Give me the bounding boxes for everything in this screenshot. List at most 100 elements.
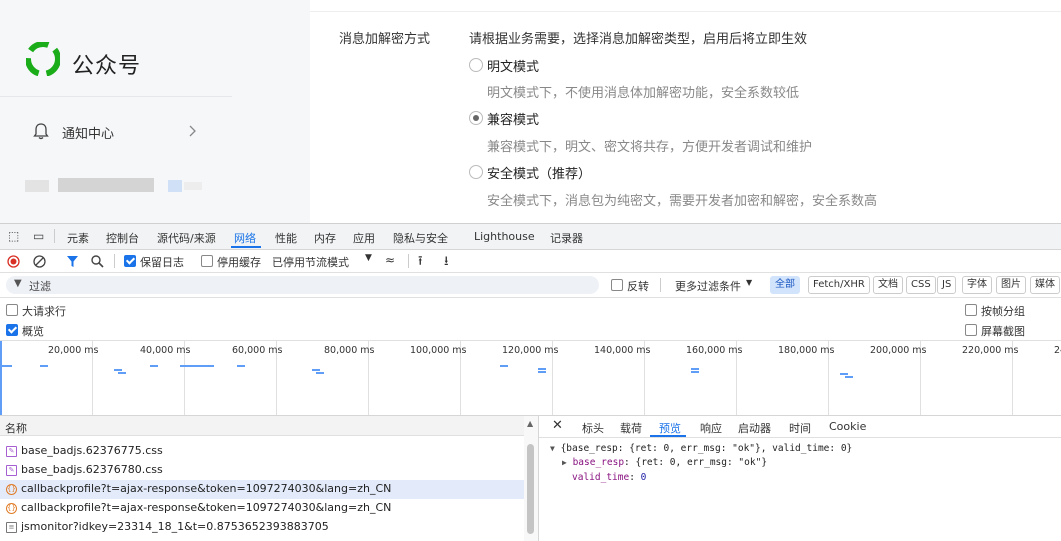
setting-label: 消息加解密方式 (339, 32, 431, 47)
tab-memory[interactable]: 内存 (314, 230, 336, 246)
tab-response[interactable]: 响应 (700, 420, 722, 436)
timeline-tick: 220,000 ms (962, 345, 1019, 356)
close-icon[interactable]: ✕ (552, 418, 563, 433)
filter-chip-css[interactable]: CSS (906, 276, 936, 294)
tab-elements[interactable]: 元素 (67, 230, 89, 246)
filter-placeholder: 过滤 (29, 280, 51, 293)
radio-plaintext[interactable] (469, 58, 483, 72)
tab-payload[interactable]: 载荷 (620, 420, 642, 436)
group-by-frame-checkbox[interactable] (965, 304, 977, 316)
sidebar-item-notice[interactable]: 通知中心 (22, 114, 232, 148)
tab-timing[interactable]: 时间 (789, 420, 811, 436)
request-row[interactable]: ✎ base_badjs.62376780.css (0, 461, 524, 480)
request-row-selected[interactable]: {} callbackprofile?t=ajax-response&token… (0, 480, 524, 499)
preserve-log-checkbox[interactable] (124, 255, 136, 267)
toolbar-divider (408, 254, 409, 268)
search-icon[interactable] (91, 255, 104, 268)
big-rows-checkbox[interactable] (6, 304, 18, 316)
tab-initiator[interactable]: 启动器 (738, 420, 771, 436)
device-toolbar-icon[interactable]: ▭ (33, 229, 44, 243)
clear-icon[interactable] (33, 255, 46, 268)
option-label-compatible[interactable]: 兼容模式 (487, 109, 539, 128)
big-rows-label: 大请求行 (22, 305, 66, 318)
network-conditions-icon[interactable]: ≈ (385, 253, 395, 267)
tab-console[interactable]: 控制台 (106, 230, 139, 246)
inspect-element-icon[interactable]: ⬚ (8, 229, 19, 243)
tab-application[interactable]: 应用 (353, 230, 375, 246)
tab-network[interactable]: 网络 (234, 230, 256, 246)
option-label-secure[interactable]: 安全模式（推荐） (487, 163, 591, 182)
request-detail-panel: ✕ 标头 载荷 预览 响应 启动器 时间 Cookie ▼ {base_resp… (539, 416, 1061, 541)
timeline-tick: 140,000 ms (594, 345, 651, 356)
filter-input[interactable]: ▼ 过滤 (6, 276, 599, 294)
screenshots-checkbox[interactable] (965, 324, 977, 336)
document-icon: ≡ (6, 522, 17, 533)
filter-chip-js[interactable]: JS (937, 276, 957, 294)
filter-chip-fetch-xhr[interactable]: Fetch/XHR (808, 276, 870, 294)
dropdown-arrow-icon[interactable]: ▼ (746, 278, 752, 287)
tab-lighthouse[interactable]: Lighthouse (474, 230, 535, 243)
tab-preview[interactable]: 预览 (659, 420, 681, 436)
throttle-select[interactable]: 已停用节流模式 (272, 254, 349, 270)
request-name: base_badjs.62376780.css (21, 463, 163, 476)
request-row[interactable]: {} callbackprofile?t=ajax-response&token… (0, 499, 524, 518)
request-name: callbackprofile?t=ajax-response&token=10… (21, 501, 392, 514)
invert-checkbox[interactable] (611, 279, 623, 291)
settings-options: 大请求行 概览 按帧分组 屏幕截图 (0, 298, 1061, 341)
bell-icon (33, 123, 49, 140)
request-name: callbackprofile?t=ajax-response&token=10… (21, 482, 392, 495)
expand-arrow-icon[interactable]: ▼ (550, 444, 555, 453)
scroll-up-icon[interactable]: ▲ (527, 419, 533, 428)
overview-checkbox[interactable] (6, 324, 18, 336)
timeline-tick: 40,000 ms (140, 345, 191, 356)
filter-chip-img[interactable]: 图片 (996, 276, 1026, 294)
request-list: 名称 ✎ base_badjs.62376775.css ✎ base_badj… (0, 416, 539, 541)
filter-icon[interactable] (66, 255, 79, 268)
scrollbar-thumb[interactable] (527, 444, 534, 534)
timeline-tick: 120,000 ms (502, 345, 559, 356)
setting-description: 请根据业务需要，选择消息加解密类型，启用后将立即生效 (469, 32, 808, 47)
tab-privacy-security[interactable]: 隐私与安全 (393, 230, 448, 246)
json-value: : {ret: 0, err_msg: "ok"} (624, 457, 768, 468)
tab-recorder[interactable]: 记录器 (550, 230, 583, 246)
preview-root-line[interactable]: ▼ {base_resp: {ret: 0, err_msg: "ok"}, v… (550, 443, 852, 454)
export-har-icon[interactable]: ⭳ (444, 252, 449, 274)
preview-base-resp-line[interactable]: ▶ base_resp: {ret: 0, err_msg: "ok"} (562, 457, 767, 468)
timeline-overview[interactable]: 20,000 ms 40,000 ms 60,000 ms 80,000 ms … (0, 341, 1061, 416)
preserve-log-label: 保留日志 (140, 256, 184, 269)
option-desc-compatible: 兼容模式下，明文、密文将共存，方便开发者调试和维护 (487, 140, 813, 155)
css-file-icon: ✎ (6, 465, 17, 476)
dropdown-arrow-icon[interactable]: ▼ (365, 253, 372, 263)
radio-compatible[interactable] (469, 111, 483, 125)
json-key: base_resp (572, 457, 625, 468)
tab-performance[interactable]: 性能 (275, 230, 297, 246)
collapsed-arrow-icon[interactable]: ▶ (562, 458, 567, 467)
xhr-icon: {} (6, 503, 17, 514)
request-row[interactable]: ✎ base_badjs.62376775.css (0, 442, 524, 461)
xhr-icon: {} (6, 484, 17, 495)
tab-headers[interactable]: 标头 (582, 420, 604, 436)
filter-icon: ▼ (14, 278, 22, 289)
filter-chip-all[interactable]: 全部 (770, 276, 800, 294)
network-toolbar: 保留日志 停用缓存 已停用节流模式 ▼ ≈ ⭱ ⭳ (0, 250, 1061, 273)
tab-sources[interactable]: 源代码/来源 (157, 230, 216, 246)
toolbar-divider (660, 278, 661, 292)
request-row[interactable]: ≡ jsmonitor?idkey=23314_18_1&t=0.8753652… (0, 518, 524, 537)
column-header-name[interactable]: 名称 (5, 420, 27, 436)
devtools-tabbar: ⬚ ▭ 元素 控制台 源代码/来源 网络 性能 内存 应用 隐私与安全 Ligh… (0, 224, 1061, 250)
option-label-plaintext[interactable]: 明文模式 (487, 56, 539, 75)
devtools-panel: ⬚ ▭ 元素 控制台 源代码/来源 网络 性能 内存 应用 隐私与安全 Ligh… (0, 223, 1061, 541)
filter-chip-media[interactable]: 媒体 (1030, 276, 1060, 294)
timeline-tick: 100,000 ms (410, 345, 467, 356)
more-filters-dropdown[interactable]: 更多过滤条件 (675, 278, 741, 294)
radio-secure[interactable] (469, 165, 483, 179)
timeline-tick: 60,000 ms (232, 345, 283, 356)
option-desc-secure: 安全模式下，消息包为纯密文，需要开发者加密和解密，安全系数高 (487, 194, 878, 209)
filter-chip-doc[interactable]: 文档 (873, 276, 903, 294)
import-har-icon[interactable]: ⭱ (418, 252, 423, 274)
tab-cookies[interactable]: Cookie (829, 420, 866, 433)
record-stop-icon[interactable] (7, 255, 20, 268)
list-header: 名称 (0, 416, 538, 436)
filter-chip-font[interactable]: 字体 (962, 276, 992, 294)
disable-cache-checkbox[interactable] (201, 255, 213, 267)
